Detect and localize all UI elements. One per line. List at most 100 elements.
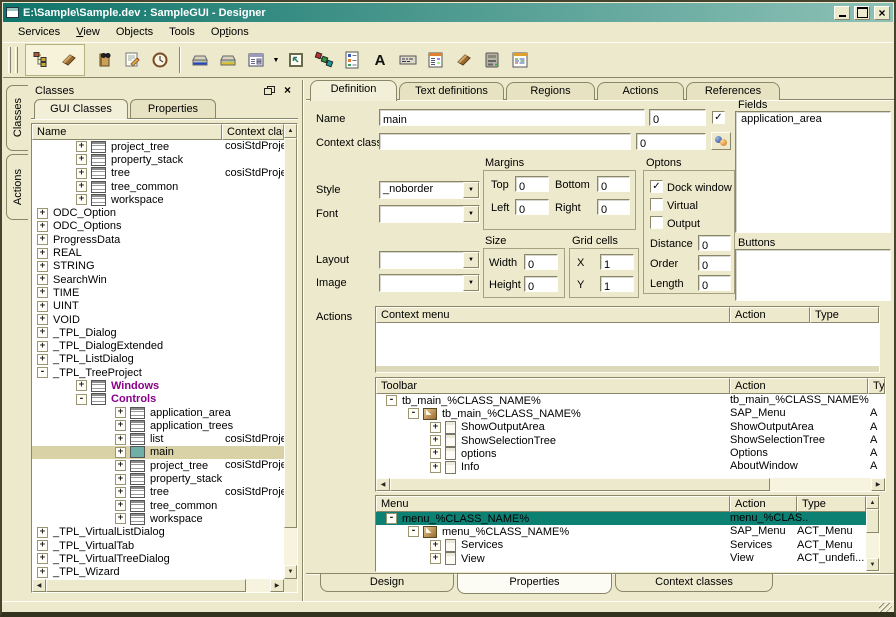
button-sample-icon[interactable] [394, 46, 422, 74]
tree-row[interactable]: +ProgressData [32, 233, 284, 246]
name-count-field[interactable] [649, 109, 706, 126]
tree-row[interactable]: +ViewViewACT_undefi... [376, 552, 866, 565]
margin-right-input[interactable] [598, 203, 629, 217]
scroll-right-icon[interactable] [871, 478, 885, 491]
tree-row[interactable]: +tree_common [32, 499, 284, 512]
column-header-name[interactable]: Name [32, 124, 222, 140]
tree-row[interactable]: +TIME [32, 286, 284, 299]
tree-row[interactable]: +workspace [32, 193, 284, 206]
table-form-icon[interactable] [422, 46, 450, 74]
expander-icon[interactable]: + [37, 208, 48, 219]
expander-icon[interactable]: + [37, 301, 48, 312]
expander-icon[interactable]: + [37, 567, 48, 578]
expander-icon[interactable]: + [37, 234, 48, 245]
margin-right-field[interactable] [597, 199, 630, 215]
name-input[interactable] [380, 113, 644, 128]
scroll-up-icon[interactable] [284, 124, 297, 138]
expander-icon[interactable]: + [37, 354, 48, 365]
tab-regions[interactable]: Regions [506, 82, 595, 100]
vertical-scrollbar[interactable] [866, 496, 879, 571]
expander-icon[interactable]: - [76, 394, 87, 405]
edit-note-icon[interactable] [118, 46, 146, 74]
expander-icon[interactable]: - [408, 526, 419, 537]
fields-listbox[interactable]: application_area [735, 111, 891, 233]
output-checkbox[interactable] [650, 216, 663, 229]
tree-row[interactable]: +application_trees [32, 419, 284, 432]
tree-row[interactable]: +optionsOptionsA [376, 447, 885, 460]
tab-gui-classes[interactable]: GUI Classes [34, 99, 128, 119]
image-dropdown[interactable] [379, 274, 480, 292]
chevron-down-icon[interactable] [463, 182, 479, 198]
tree-row[interactable]: +InfoAboutWindowA [376, 460, 885, 473]
menu-tools[interactable]: Tools [161, 24, 203, 40]
expander-icon[interactable]: + [76, 168, 87, 179]
tree-row[interactable]: -_TPL_TreeProject [32, 366, 284, 379]
tree-row[interactable]: +treecosiStdProje [32, 167, 284, 180]
list-item[interactable]: application_area [736, 112, 890, 126]
tree-row[interactable]: +treecosiStdProje [32, 486, 284, 499]
expander-icon[interactable]: - [386, 395, 397, 406]
tree-row[interactable]: -tb_main_%CLASS_NAME%SAP_MenuA [376, 407, 885, 420]
expander-icon[interactable]: + [115, 420, 126, 431]
context-menu-rows[interactable] [376, 323, 879, 366]
maximize-button[interactable] [854, 6, 870, 20]
expander-icon[interactable]: - [37, 367, 48, 378]
x-field[interactable] [600, 254, 634, 270]
height-input[interactable] [525, 280, 557, 294]
chevron-down-icon[interactable] [463, 275, 479, 291]
tab-design[interactable]: Design [320, 574, 454, 592]
expander-icon[interactable]: + [76, 380, 87, 391]
tree-horizontal-scrollbar[interactable] [32, 579, 284, 592]
expander-icon[interactable]: + [37, 287, 48, 298]
eraser-icon[interactable] [55, 46, 83, 74]
expander-icon[interactable]: + [115, 487, 126, 498]
expander-icon[interactable]: + [76, 181, 87, 192]
side-tab-classes[interactable]: Classes [6, 85, 28, 151]
column-header-action[interactable]: Action [730, 378, 868, 394]
column-header-type[interactable]: Type [868, 378, 885, 394]
tree-row[interactable]: +project_treecosiStdProje [32, 140, 284, 153]
tree-row[interactable]: +ShowOutputAreaShowOutputAreaA [376, 421, 885, 434]
toolbar-grip[interactable] [15, 47, 18, 73]
expander-icon[interactable]: + [76, 154, 87, 165]
menu-options[interactable]: Options [203, 24, 257, 40]
tree-row[interactable]: -Controls [32, 393, 284, 406]
column-header-action[interactable]: Action [730, 496, 797, 512]
tree-row[interactable]: +tree_common [32, 180, 284, 193]
toolbar-tree[interactable]: -tb_main_%CLASS_NAME%tb_main_%CLASS_NAME… [376, 394, 885, 478]
column-header-type[interactable]: Type [797, 496, 866, 512]
tab-properties-left[interactable]: Properties [130, 99, 216, 119]
expander-icon[interactable]: - [408, 408, 419, 419]
expander-icon[interactable]: + [430, 448, 441, 459]
expander-icon[interactable]: + [37, 327, 48, 338]
image-frame-icon[interactable] [282, 46, 310, 74]
code-window-icon[interactable] [506, 46, 534, 74]
x-input[interactable] [601, 258, 633, 272]
minimize-button[interactable] [834, 6, 850, 20]
expander-icon[interactable]: + [430, 435, 441, 446]
tree-row[interactable]: +_TPL_ListDialog [32, 353, 284, 366]
menu-view[interactable]: View [68, 24, 108, 40]
tree-row[interactable]: +REAL [32, 246, 284, 259]
order-input[interactable] [699, 259, 730, 273]
chevron-down-icon[interactable] [463, 206, 479, 222]
tree-row[interactable]: +_TPL_VirtualTreeDialog [32, 552, 284, 565]
tree-row[interactable]: +Windows [32, 379, 284, 392]
expander-icon[interactable]: + [76, 194, 87, 205]
tree-row[interactable]: +ServicesServicesACT_Menu [376, 539, 866, 552]
expander-icon[interactable]: + [115, 513, 126, 524]
tree-row[interactable]: +STRING [32, 260, 284, 273]
tree-row[interactable]: +UINT [32, 300, 284, 313]
horizontal-scrollbar[interactable] [376, 366, 879, 372]
tree-row[interactable]: +ODC_Option [32, 206, 284, 219]
buttons-listbox[interactable] [735, 249, 891, 301]
tree-row[interactable]: -menu_%CLASS_NAME%SAP_MenuACT_Menu [376, 525, 866, 538]
tab-actions[interactable]: Actions [597, 82, 684, 100]
expander-icon[interactable]: + [430, 540, 441, 551]
tree-row[interactable]: +SearchWin [32, 273, 284, 286]
scroll-up-icon[interactable] [866, 496, 879, 509]
context-class-input[interactable] [380, 137, 630, 152]
tab-references[interactable]: References [686, 82, 780, 100]
tree-row[interactable]: +_TPL_Dialog [32, 326, 284, 339]
resize-grip[interactable] [879, 603, 892, 613]
